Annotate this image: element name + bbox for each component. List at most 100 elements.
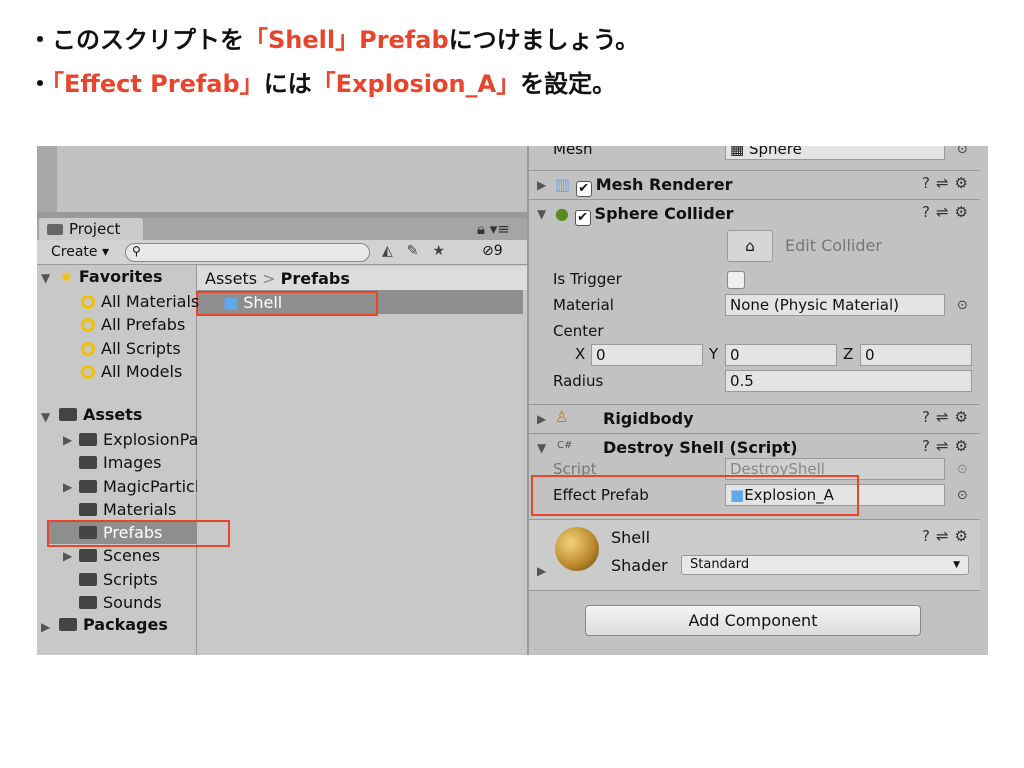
- assets-folder[interactable]: Assets: [59, 405, 142, 424]
- folder-item[interactable]: Scripts: [79, 568, 197, 591]
- edit-collider-button[interactable]: ⌂: [727, 230, 773, 262]
- fav-item[interactable]: All Models: [81, 360, 199, 383]
- label: Scripts: [103, 569, 158, 589]
- material-name: Shell: [611, 528, 651, 547]
- label: All Prefabs: [101, 315, 186, 335]
- shader-dropdown[interactable]: Standard ▼: [681, 555, 969, 575]
- add-component-button[interactable]: Add Component: [585, 605, 921, 636]
- center-z-field[interactable]: 0: [860, 344, 972, 366]
- component-icons[interactable]: ?⇌⚙: [922, 203, 974, 221]
- folder-item[interactable]: Images: [79, 451, 197, 474]
- packages-folder[interactable]: Packages: [59, 615, 168, 634]
- radius-field[interactable]: 0.5: [725, 370, 972, 392]
- asset-list: [197, 265, 527, 655]
- label: All Materials: [101, 292, 200, 311]
- tab-project[interactable]: Project: [39, 218, 143, 240]
- highlight: 「Effect Prefab」: [52, 70, 264, 98]
- center-y-field[interactable]: 0: [725, 344, 837, 366]
- folder-item[interactable]: Sounds: [79, 591, 197, 614]
- folder-item[interactable]: Materials: [79, 498, 197, 521]
- lock-icon[interactable]: 🔒︎ ▾≡: [477, 220, 510, 238]
- enabled-checkbox[interactable]: ✔: [575, 181, 592, 197]
- folder-icon: [59, 408, 77, 421]
- folder-item[interactable]: ExplosionPa: [79, 428, 197, 451]
- label: Images: [103, 453, 162, 473]
- highlight: 「Explosion_A」: [311, 70, 521, 98]
- object-picker-icon[interactable]: ⊙: [957, 146, 968, 157]
- object-picker-icon[interactable]: ⊙: [957, 298, 968, 313]
- folder-icon: [79, 479, 97, 493]
- rigidbody-icon: ♙: [555, 408, 569, 426]
- center-x-field[interactable]: 0: [591, 344, 703, 366]
- favorites-list: All Materials All Prefabs All Scripts Al…: [81, 290, 199, 383]
- label: Scenes: [103, 546, 161, 566]
- scene-edge: [37, 146, 57, 212]
- value: Sphere: [748, 146, 802, 158]
- unity-screenshot: Project 🔒︎ ▾≡ Create ▾ ⚲ ◭✎★ ⊘9 Assets >…: [37, 146, 988, 655]
- folder-icon: [79, 572, 97, 586]
- folder-icon: [79, 596, 97, 610]
- search-icon: [81, 364, 95, 379]
- chevron-down-icon: ▼: [953, 560, 960, 570]
- text: を設定。: [520, 70, 617, 98]
- value: Standard: [690, 557, 750, 572]
- edit-collider-label: Edit Collider: [785, 236, 882, 255]
- label: Assets: [83, 405, 143, 424]
- enabled-checkbox[interactable]: ✔: [574, 210, 591, 226]
- title: Mesh Renderer: [595, 175, 733, 194]
- component-icons[interactable]: ?⇌⚙: [922, 527, 974, 545]
- folder-item[interactable]: MagicParticl: [79, 475, 197, 498]
- folder-icon: [79, 549, 97, 563]
- search-input[interactable]: ⚲: [125, 243, 370, 262]
- hidden-toggle[interactable]: ⊘9: [482, 243, 503, 259]
- label: All Scripts: [101, 338, 181, 358]
- create-button[interactable]: Create ▾: [51, 244, 109, 260]
- folder-icon: [59, 618, 77, 631]
- text: には: [263, 70, 312, 98]
- object-picker-icon[interactable]: ⊙: [957, 488, 968, 503]
- folder-icon: [79, 456, 97, 470]
- component-icons[interactable]: ?⇌⚙: [922, 437, 974, 455]
- bullet-1: ・このスクリプトを「Shell」Prefabにつけましょう。: [28, 20, 639, 55]
- component-icons[interactable]: ?⇌⚙: [922, 408, 974, 426]
- label: ExplosionPa: [103, 430, 197, 449]
- highlight: 「Shell」Prefab: [244, 26, 449, 54]
- destroy-shell-title: Destroy Shell (Script): [603, 438, 798, 457]
- folder-item[interactable]: Scenes: [79, 544, 197, 567]
- is-trigger-label: Is Trigger: [553, 270, 622, 288]
- breadcrumb-assets[interactable]: Assets: [205, 269, 257, 288]
- label: MagicParticl: [103, 476, 197, 496]
- label: Sounds: [103, 593, 162, 613]
- is-trigger-checkbox[interactable]: [727, 271, 745, 289]
- radius-label: Radius: [553, 372, 604, 390]
- folder-icon: [47, 224, 63, 235]
- bullet-2: ・「Effect Prefab」には「Explosion_A」を設定。: [28, 64, 616, 99]
- folder-icon: [79, 502, 97, 516]
- material-field[interactable]: None (Physic Material): [725, 294, 945, 316]
- rigidbody-header[interactable]: [529, 404, 980, 433]
- csharp-script-icon: C#: [557, 440, 573, 451]
- rigidbody-title: Rigidbody: [603, 409, 694, 428]
- fav-item[interactable]: All Materials: [81, 290, 199, 313]
- mesh-field[interactable]: ▦ Sphere: [725, 146, 945, 160]
- tab-label: Project: [69, 220, 121, 238]
- mesh-renderer-icon: ▥: [555, 175, 571, 194]
- search-icon: [81, 318, 95, 333]
- label: All Models: [101, 361, 183, 381]
- component-icons[interactable]: ?⇌⚙: [922, 174, 974, 192]
- fav-item[interactable]: All Prefabs: [81, 313, 199, 336]
- title: Sphere Collider: [594, 204, 734, 223]
- shader-label: Shader: [611, 556, 668, 575]
- text: ・このスクリプトを: [28, 26, 244, 54]
- label: Materials: [103, 499, 177, 519]
- sphere-icon: ●: [555, 204, 569, 223]
- text: につけましょう。: [448, 26, 640, 54]
- favorites[interactable]: ★ Favorites: [59, 267, 163, 286]
- fav-item[interactable]: All Scripts: [81, 337, 199, 360]
- text: ・: [28, 70, 52, 98]
- mesh-label: Mesh: [553, 146, 593, 158]
- label: Packages: [83, 615, 168, 634]
- breadcrumb-prefabs[interactable]: Prefabs: [281, 269, 350, 288]
- search-icon: [81, 295, 95, 309]
- filter-icons[interactable]: ◭✎★: [382, 243, 459, 259]
